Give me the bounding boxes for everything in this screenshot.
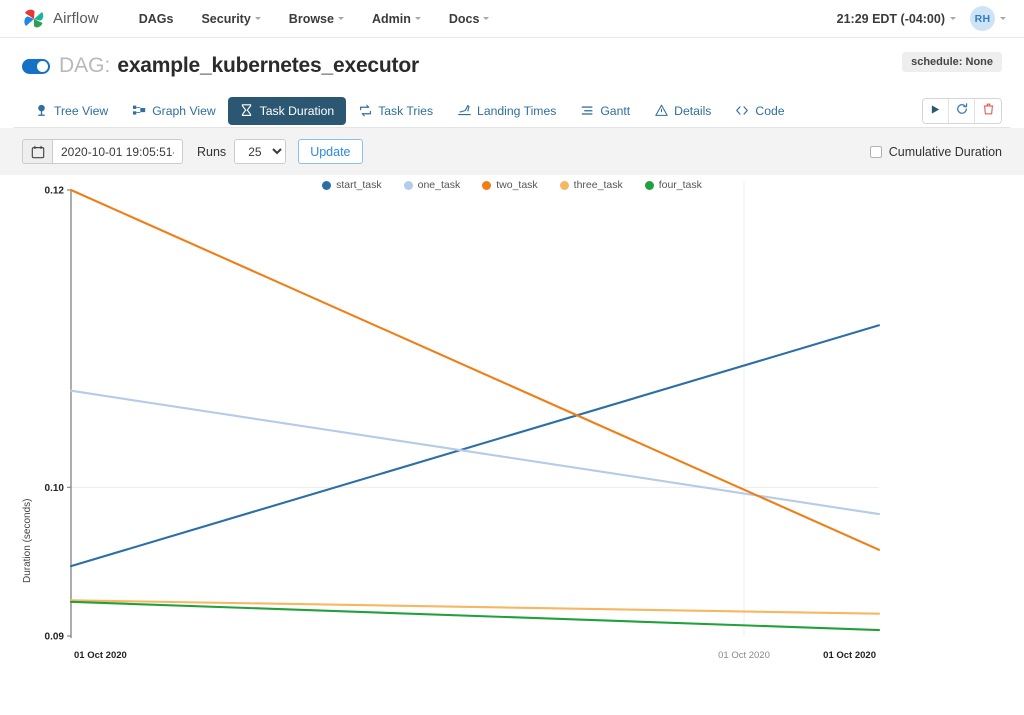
num-runs-select[interactable]: 25 <box>234 139 287 164</box>
nav-link-docs[interactable]: Docs <box>435 6 504 32</box>
landing-icon <box>457 104 471 118</box>
gantt-icon <box>580 104 594 118</box>
chevron-down-icon <box>483 17 490 20</box>
tab-label: Code <box>755 103 785 118</box>
tab-graph-view[interactable]: Graph View <box>120 97 227 125</box>
top-navbar: Airflow DAGs Security Browse Admin Docs … <box>0 0 1024 38</box>
brand-link[interactable]: Airflow <box>22 7 99 31</box>
dag-action-buttons <box>922 97 1002 124</box>
x-axis-tick: 01 Oct 2020 <box>74 650 127 661</box>
dag-pause-toggle[interactable] <box>22 58 50 74</box>
cumulative-duration-toggle[interactable]: Cumulative Duration <box>869 144 1002 159</box>
tab-label: Task Duration <box>259 103 335 118</box>
navbar-right: 21:29 EDT (-04:00) RH <box>837 6 1006 31</box>
tab-label: Task Tries <box>378 103 434 118</box>
refresh-button[interactable] <box>949 98 975 123</box>
nav-link-label: DAGs <box>138 11 174 26</box>
nav-link-label: Admin <box>371 11 411 26</box>
tab-gantt[interactable]: Gantt <box>568 97 642 125</box>
refresh-icon <box>956 102 968 120</box>
avatar: RH <box>970 6 995 31</box>
y-axis-tick: 0.12 <box>45 186 65 197</box>
tab-landing-times[interactable]: Landing Times <box>445 97 568 125</box>
tab-label: Tree View <box>54 103 109 118</box>
execution-date-input[interactable] <box>52 139 183 164</box>
dag-prefix-label: DAG: <box>59 54 111 77</box>
chevron-down-icon <box>337 17 344 20</box>
dag-view-tabs: Tree View Graph View Task Duration Task … <box>14 84 1010 128</box>
tab-label: Graph View <box>152 103 216 118</box>
nav-link-label: Docs <box>448 11 480 26</box>
hourglass-icon <box>240 104 254 118</box>
chart-filter-bar: Runs 25 Update Cumulative Duration <box>0 128 1024 175</box>
chart-line-start-task[interactable] <box>69 324 881 568</box>
current-time-label: 21:29 EDT (-04:00) <box>836 11 945 26</box>
nav-link-dags[interactable]: DAGs <box>125 6 188 32</box>
x-axis-tick: 01 Oct 2020 <box>823 650 876 661</box>
chart-line-two-task[interactable] <box>69 188 881 551</box>
cumulative-duration-checkbox[interactable] <box>869 145 882 158</box>
nav-link-label: Security <box>201 11 251 26</box>
tab-task-tries[interactable]: Task Tries <box>346 97 445 125</box>
y-axis-tick: 0.09 <box>45 632 65 643</box>
tree-view-icon <box>34 104 48 118</box>
cumulative-duration-label: Cumulative Duration <box>888 144 1002 159</box>
x-axis-tick: 01 Oct 2020 <box>718 650 770 661</box>
runs-label: Runs <box>197 144 227 159</box>
chevron-down-icon <box>254 17 261 20</box>
trash-icon <box>983 102 994 120</box>
tab-label: Details <box>674 103 712 118</box>
nav-link-browse[interactable]: Browse <box>275 6 358 32</box>
chart-plot: 0.12 0.10 0.09 01 Oct 2020 01 Oct 2020 01 Oct… <box>45 182 881 661</box>
chevron-down-icon <box>1000 17 1006 20</box>
user-menu[interactable]: RH <box>970 6 1006 31</box>
retry-icon <box>358 104 372 118</box>
tab-label: Landing Times <box>477 103 557 118</box>
chevron-down-icon <box>950 17 956 20</box>
chevron-down-icon <box>414 17 421 20</box>
airflow-pinwheel-icon <box>22 7 46 31</box>
brand-name: Airflow <box>53 10 99 27</box>
nav-link-admin[interactable]: Admin <box>358 6 435 32</box>
timezone-selector[interactable]: 21:29 EDT (-04:00) <box>837 12 956 26</box>
calendar-icon[interactable] <box>22 139 52 164</box>
tab-tree-view[interactable]: Tree View <box>22 97 120 125</box>
trigger-dag-button[interactable] <box>923 98 949 123</box>
code-brackets-icon <box>735 104 749 118</box>
play-icon <box>930 102 941 120</box>
tab-code[interactable]: Code <box>723 97 796 125</box>
date-input-group <box>22 139 183 164</box>
delete-dag-button[interactable] <box>975 98 1001 123</box>
nav-link-label: Browse <box>288 11 334 26</box>
y-axis-tick: 0.10 <box>45 483 65 494</box>
tab-details[interactable]: Details <box>642 97 723 125</box>
nav-links: DAGs Security Browse Admin Docs <box>125 6 504 32</box>
tab-task-duration[interactable]: Task Duration <box>227 96 347 125</box>
warning-triangle-icon <box>654 104 668 118</box>
graph-view-icon <box>132 104 146 118</box>
page-title: example_kubernetes_executor <box>117 54 419 77</box>
tab-label: Gantt <box>600 103 631 118</box>
dag-header: DAG: example_kubernetes_executor schedul… <box>14 38 1010 84</box>
update-button[interactable]: Update <box>298 139 363 164</box>
task-duration-chart: start_task one_task two_task three_task … <box>14 175 1010 667</box>
nav-link-security[interactable]: Security <box>187 6 274 32</box>
status-badge: schedule: None <box>902 52 1002 72</box>
